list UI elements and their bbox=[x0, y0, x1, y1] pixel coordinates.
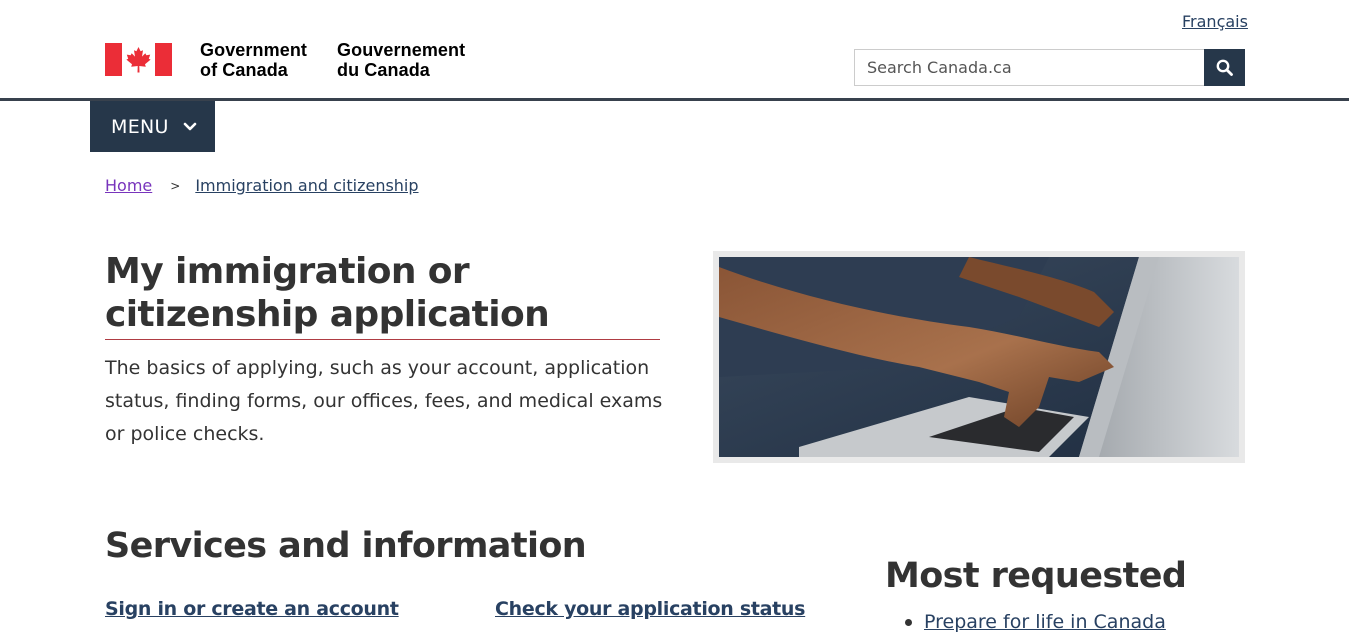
government-of-canada-wordmark[interactable]: Government of Canada bbox=[200, 40, 307, 80]
list-item: Prepare for life in Canada bbox=[905, 608, 1166, 632]
gouvernement-du-canada-wordmark[interactable]: Gouvernement du Canada bbox=[337, 40, 465, 80]
breadcrumb: Home > Immigration and citizenship bbox=[105, 176, 419, 195]
title-underline bbox=[105, 339, 660, 340]
gov-en-line2: of Canada bbox=[200, 60, 288, 80]
most-requested-list: Prepare for life in Canada bbox=[905, 608, 1166, 632]
page-title: My immigration or citizenship applicatio… bbox=[105, 251, 550, 335]
breadcrumb-separator: > bbox=[170, 178, 181, 193]
search-button[interactable] bbox=[1204, 49, 1245, 86]
search-icon bbox=[1216, 59, 1233, 76]
gov-en-line1: Government bbox=[200, 40, 308, 60]
services-section-title: Services and information bbox=[105, 526, 587, 566]
sign-in-link[interactable]: Sign in or create an account bbox=[105, 598, 399, 620]
language-toggle-link[interactable]: Français bbox=[1182, 12, 1248, 31]
search-input[interactable] bbox=[854, 49, 1205, 86]
most-requested-title: Most requested bbox=[885, 556, 1187, 596]
gov-fr-line2: du Canada bbox=[337, 60, 430, 80]
hero-laptop-typing-image bbox=[719, 257, 1239, 457]
breadcrumb-home-link[interactable]: Home bbox=[105, 176, 152, 195]
check-status-link[interactable]: Check your application status bbox=[495, 598, 805, 620]
menu-label: MENU bbox=[111, 115, 169, 138]
chevron-down-icon bbox=[183, 122, 197, 132]
breadcrumb-immigration-link[interactable]: Immigration and citizenship bbox=[195, 176, 418, 195]
page-description: The basics of applying, such as your acc… bbox=[105, 357, 663, 445]
bullet-icon bbox=[905, 618, 912, 626]
prepare-life-canada-link[interactable]: Prepare for life in Canada bbox=[924, 608, 1166, 632]
gov-fr-line1: Gouvernement bbox=[337, 40, 466, 60]
canada-flag-icon bbox=[105, 43, 172, 76]
menu-button[interactable]: MENU bbox=[90, 101, 215, 152]
hero-image-frame bbox=[713, 251, 1245, 463]
